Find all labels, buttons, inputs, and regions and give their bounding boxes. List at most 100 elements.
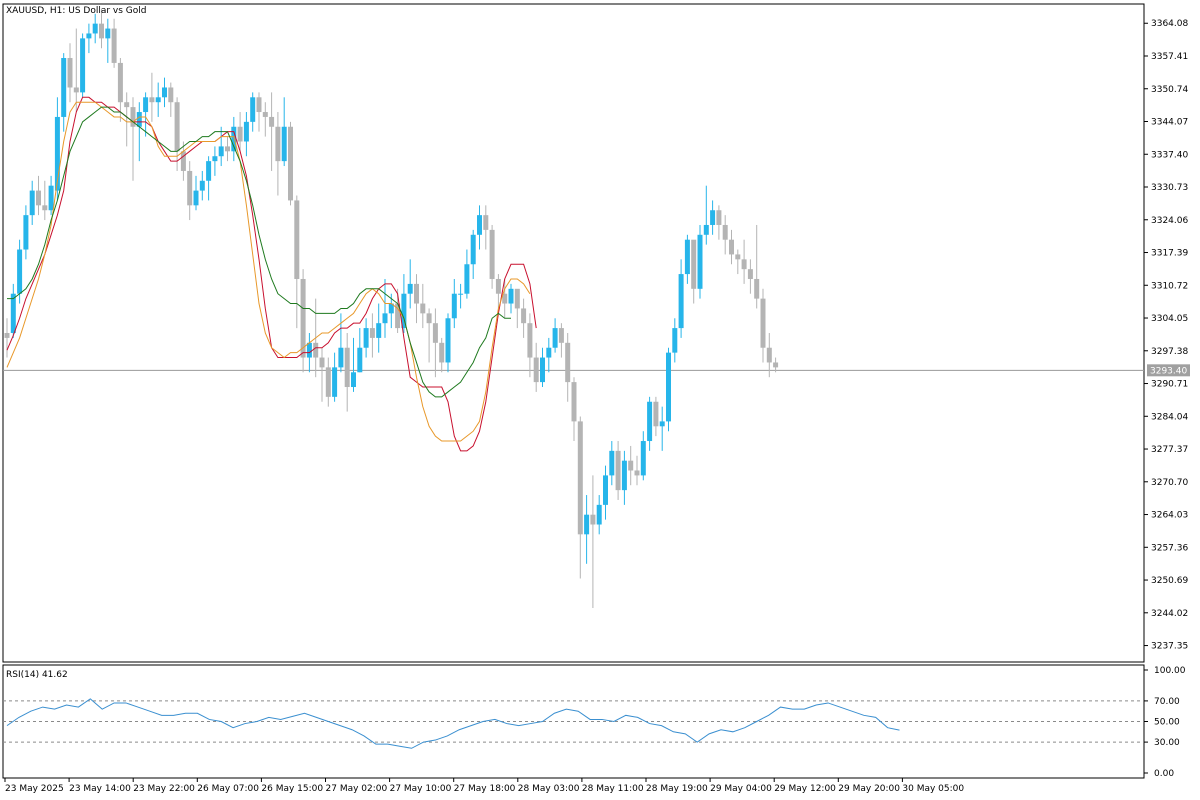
candle-body	[174, 102, 180, 152]
candle-body	[653, 401, 659, 427]
y-tick-label: 3284.04	[1151, 412, 1188, 422]
x-tick-label: 27 May 02:00	[326, 784, 388, 794]
candle-body	[218, 146, 224, 157]
x-tick-label: 29 May 12:00	[774, 784, 836, 794]
candle-body	[149, 97, 155, 103]
candle-body	[288, 126, 293, 201]
candle-body	[420, 303, 426, 314]
candle-body	[275, 126, 281, 162]
candle-body	[754, 278, 760, 299]
candle-body	[470, 234, 476, 265]
y-tick-label: 3330.73	[1151, 183, 1188, 193]
candle-body	[729, 239, 734, 255]
candle-body	[325, 367, 331, 397]
x-tick-label: 28 May 19:00	[646, 784, 708, 794]
candle-body	[672, 328, 678, 353]
chart-canvas[interactable]: 3364.08 3357.41 3350.74 3344.07 3337.40 3330.…	[0, 0, 1200, 800]
candle-body	[212, 156, 218, 162]
candle-body	[565, 342, 571, 383]
x-tick-label: 26 May 15:00	[261, 784, 323, 794]
y-tick-label: 3324.06	[1151, 216, 1188, 226]
candle-body	[603, 475, 608, 505]
x-tick-label: 28 May 03:00	[518, 784, 580, 794]
candle[interactable]	[80, 33, 86, 98]
candle-body	[338, 347, 344, 368]
candle-body	[596, 504, 602, 525]
candle-body	[684, 239, 690, 275]
candle-body	[281, 126, 287, 162]
candle-body	[124, 102, 130, 108]
candle-body	[716, 210, 722, 225]
candle-body	[187, 170, 193, 206]
candle-body	[250, 97, 256, 122]
candle-body	[766, 347, 772, 363]
candle-body	[621, 460, 627, 491]
candle[interactable]	[288, 121, 293, 206]
candle-body	[552, 328, 558, 348]
candle-body	[332, 367, 338, 397]
candle-body	[155, 97, 161, 103]
candle-body	[710, 210, 716, 225]
candle-body	[495, 278, 501, 294]
candle-body	[439, 342, 445, 363]
candle-body	[514, 288, 520, 309]
candle-body	[760, 298, 766, 348]
candle-body	[136, 112, 142, 127]
candle-body	[67, 58, 73, 88]
y-tick-label: 3264.03	[1151, 511, 1188, 521]
candle-body	[741, 259, 747, 270]
rsi-y-tick-label: 100.00	[1154, 666, 1186, 676]
candle-body	[451, 293, 457, 319]
candle[interactable]	[697, 224, 703, 299]
candle-body	[584, 514, 590, 535]
candle-body	[483, 215, 489, 230]
candle-body	[527, 323, 533, 358]
y-tick-label: 3317.39	[1151, 249, 1188, 259]
candle-body	[590, 514, 596, 525]
y-tick-label: 3277.37	[1151, 445, 1188, 455]
candle-body	[666, 352, 671, 422]
candle-body	[111, 28, 117, 63]
y-tick-label: 3244.02	[1151, 609, 1188, 619]
candle-body	[99, 23, 104, 39]
candle-body	[540, 357, 545, 383]
candle-body	[558, 328, 564, 343]
candle-body	[615, 450, 621, 491]
candle-body	[577, 421, 583, 535]
candle-body	[225, 146, 230, 152]
candle-body	[521, 308, 527, 324]
candle-body	[464, 264, 470, 294]
candle[interactable]	[666, 347, 671, 432]
y-tick-label: 3350.74	[1151, 85, 1188, 95]
candle-body	[143, 97, 149, 113]
candle-body	[571, 382, 577, 422]
main-panel-frame	[2, 3, 1145, 663]
x-tick-label: 27 May 18:00	[454, 784, 516, 794]
y-tick-label: 3257.36	[1151, 543, 1188, 553]
candle-body	[634, 470, 640, 476]
candle-body	[773, 362, 779, 368]
y-tick-label: 3344.07	[1151, 118, 1188, 128]
rsi-y-tick-label: 0.00	[1154, 769, 1174, 779]
x-tick-label: 23 May 22:00	[133, 784, 195, 794]
candle-body	[747, 269, 753, 279]
y-tick-label: 3357.41	[1151, 52, 1188, 62]
candle-body	[17, 249, 23, 294]
candle-body	[206, 161, 212, 181]
candle-body	[262, 112, 268, 117]
candle-body	[703, 224, 709, 235]
x-tick-label: 29 May 04:00	[710, 784, 772, 794]
x-tick-label: 23 May 14:00	[69, 784, 131, 794]
candle-body	[647, 401, 653, 442]
x-tick-label: 26 May 07:00	[197, 784, 259, 794]
candle-body	[10, 293, 16, 333]
candle-body	[609, 450, 615, 476]
candle-body	[117, 62, 123, 103]
symbol-title: XAUUSD, H1: US Dollar vs Gold	[6, 6, 147, 16]
candle[interactable]	[300, 269, 306, 373]
candle-body	[369, 328, 375, 338]
candle-body	[735, 254, 741, 260]
y-tick-label: 3237.35	[1151, 642, 1188, 652]
candle-body	[414, 283, 419, 304]
candle-body	[697, 234, 703, 289]
